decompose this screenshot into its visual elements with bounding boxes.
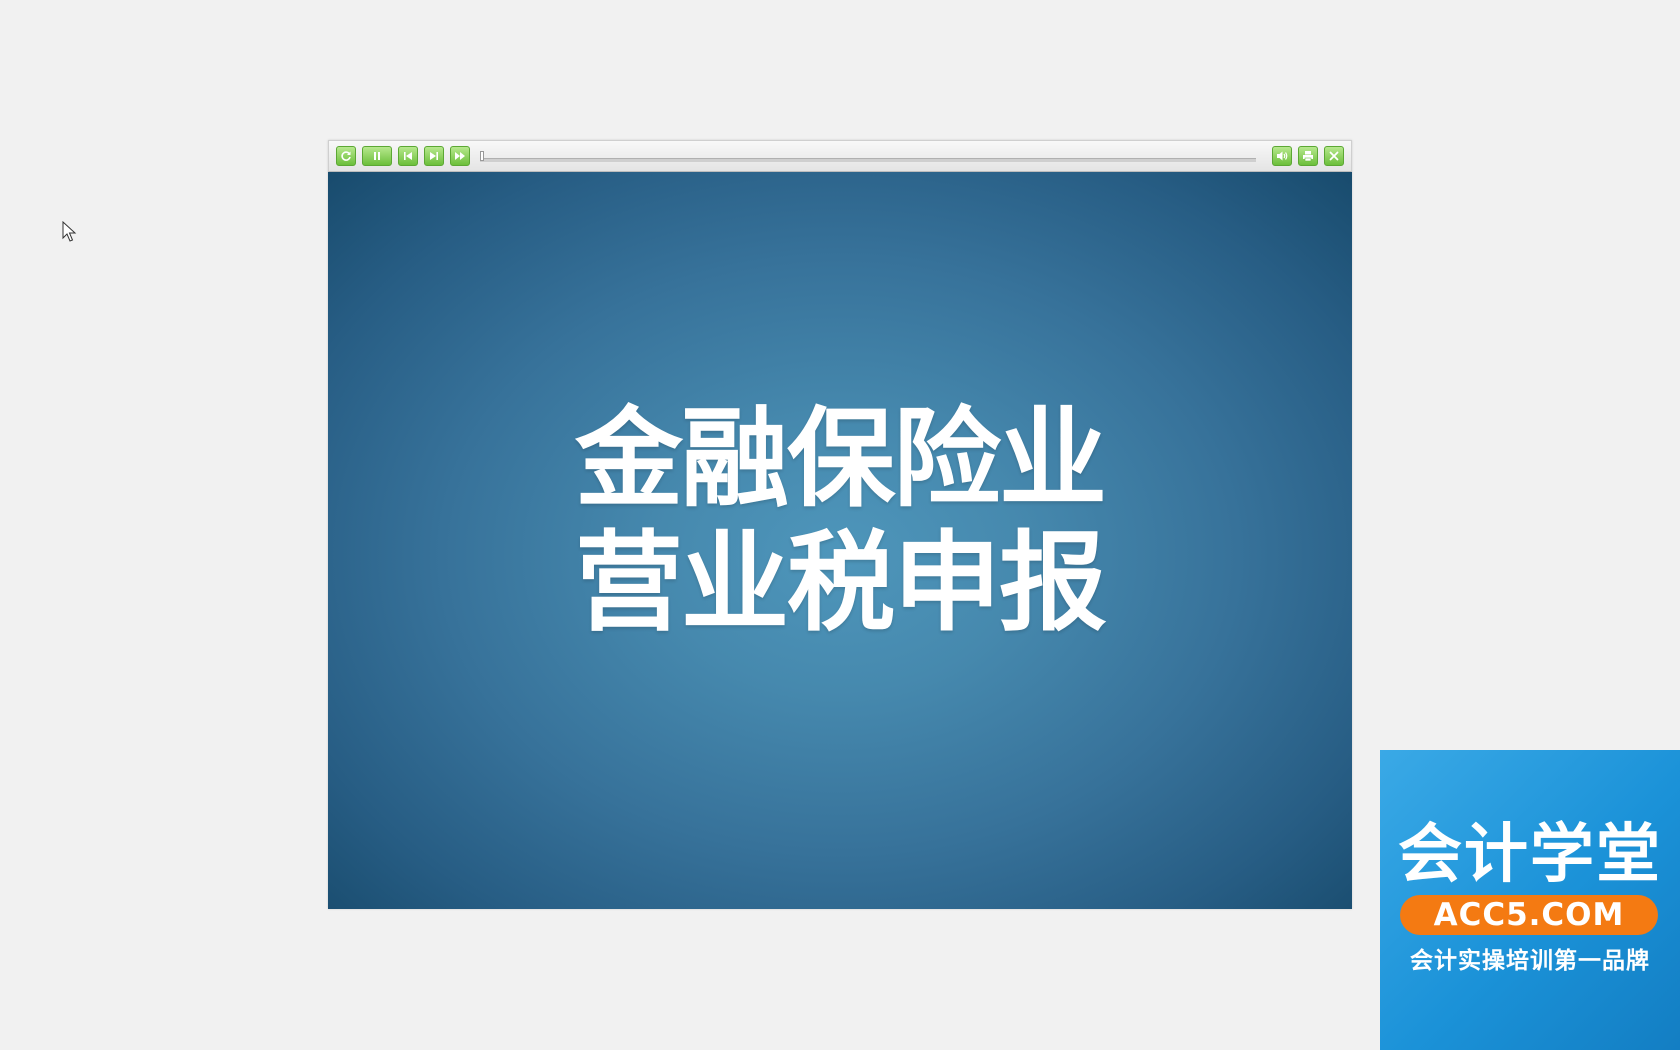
brand-url-badge: ACC5.COM [1400,895,1658,935]
skip-forward-icon [430,152,438,160]
player-toolbar [328,140,1352,172]
skip-back-icon [404,152,412,160]
brand-watermark-logo: 会计学堂 ACC5.COM 会计实操培训第一品牌 [1380,750,1680,1050]
print-icon [1303,151,1313,162]
slide-title: 金融保险业 营业税申报 [574,396,1107,646]
pause-icon [374,152,380,160]
slide-title-line-2: 营业税申报 [574,520,1107,646]
brand-slogan: 会计实操培训第一品牌 [1410,948,1650,974]
replay-button[interactable] [336,146,356,166]
next-slide-button[interactable] [424,146,444,166]
presentation-player-window: 金融保险业 营业税申报 [328,140,1352,909]
replay-icon [341,151,351,161]
toolbar-right-controls [1266,146,1344,166]
print-button[interactable] [1298,146,1318,166]
fast-forward-icon [455,152,465,160]
fast-forward-button[interactable] [450,146,470,166]
slide-canvas: 金融保险业 营业税申报 [328,172,1352,909]
close-icon [1329,151,1339,161]
brand-name: 会计学堂 [1398,818,1662,892]
pause-button[interactable] [362,146,392,166]
playback-progress-bar[interactable] [480,149,1256,163]
slide-title-line-1: 金融保险业 [574,396,1107,522]
previous-slide-button[interactable] [398,146,418,166]
close-button[interactable] [1324,146,1344,166]
progress-track [480,158,1256,162]
mouse-cursor-icon [62,221,77,242]
volume-button[interactable] [1272,146,1292,166]
progress-handle[interactable] [480,151,484,161]
volume-icon [1277,151,1288,161]
